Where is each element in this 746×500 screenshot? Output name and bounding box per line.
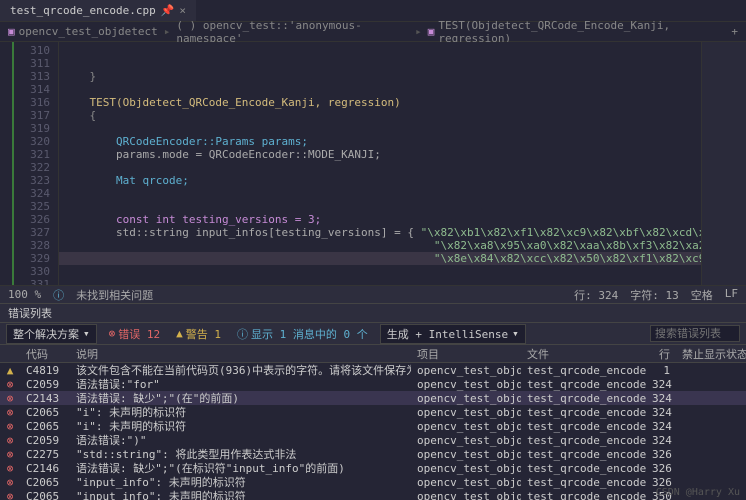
error-icon: ⊗ [0, 377, 20, 392]
chevron-down-icon: ▾ [512, 327, 519, 340]
pin-icon[interactable]: 📌 [161, 4, 175, 17]
col-line[interactable]: 行 [646, 345, 676, 363]
watermark: CSDN @Harry Xu [656, 487, 740, 498]
scope-dropdown[interactable]: 整个解决方案 ▾ [6, 324, 97, 344]
error-icon: ⊗ [0, 461, 20, 476]
error-icon: ⊗ [0, 489, 20, 500]
lf-indicator[interactable]: LF [725, 287, 738, 303]
file-tab[interactable]: test_qrcode_encode.cpp 📌 × [0, 0, 196, 21]
error-icon: ⊗ [0, 475, 20, 490]
issues-text: 未找到相关问题 [76, 287, 153, 303]
build-dropdown[interactable]: 生成 + IntelliSense ▾ [380, 324, 526, 344]
warning-filter[interactable]: ▲ 警告 1 [172, 325, 225, 343]
close-icon[interactable]: × [179, 4, 186, 17]
line-indicator[interactable]: 行: 324 [574, 287, 618, 303]
editor: 310311 313314 316317 319 320321322323324… [0, 42, 746, 285]
minimap[interactable] [701, 42, 746, 285]
zoom-level[interactable]: 100 % [8, 288, 41, 301]
col-project[interactable]: 项目 [411, 345, 521, 363]
col-file[interactable]: 文件 [521, 345, 646, 363]
error-icon: ⊗ [0, 447, 20, 462]
status-bar: 100 % ⓘ 未找到相关问题 行: 324 字符: 13 空格 LF [0, 285, 746, 303]
tab-label: test_qrcode_encode.cpp [10, 4, 156, 17]
col-suppress[interactable]: 禁止显示状态 [676, 345, 746, 363]
table-row[interactable]: ⊗C2065"input_info": 未声明的标识符opencv_test_o… [0, 489, 746, 500]
error-icon: ⊗ [0, 419, 20, 434]
breadcrumb-namespace[interactable]: ( ) opencv_test::'anonymous-namespace' [176, 19, 409, 45]
breadcrumb-function[interactable]: ▣ TEST(Objdetect_QRCode_Encode_Kanji, re… [428, 19, 726, 45]
error-icon: ⊗ [0, 391, 20, 406]
plus-icon[interactable]: + [731, 25, 738, 38]
warning-icon: ▲ [0, 363, 20, 378]
chevron-down-icon: ▾ [83, 327, 90, 340]
col-indicator[interactable]: 字符: 13 [630, 287, 679, 303]
error-list-header: 错误列表 [0, 303, 746, 323]
spaces-indicator[interactable]: 空格 [691, 287, 713, 303]
col-code[interactable]: 代码 [20, 345, 70, 363]
code-area[interactable]: } TEST(Objdetect_QRCode_Encode_Kanji, re… [59, 42, 701, 285]
error-filter[interactable]: ⊗ 错误 12 [105, 325, 165, 343]
error-icon: ⊗ [0, 433, 20, 448]
line-gutter: 310311 313314 316317 319 320321322323324… [14, 42, 59, 285]
error-table: 代码 说明 项目 文件 行 禁止显示状态 ▲C4819该文件包含不能在当前代码页… [0, 345, 746, 500]
error-toolbar: 整个解决方案 ▾ ⊗ 错误 12 ▲ 警告 1 ⓘ 显示 1 消息中的 0 个 … [0, 323, 746, 345]
col-desc[interactable]: 说明 [70, 345, 411, 363]
error-icon: ⊗ [0, 405, 20, 420]
marker-column [0, 42, 14, 285]
message-filter[interactable]: ⓘ 显示 1 消息中的 0 个 [233, 325, 372, 343]
breadcrumb: ▣ opencv_test_objdetect ▸ ( ) opencv_tes… [0, 22, 746, 42]
breadcrumb-project[interactable]: ▣ opencv_test_objdetect [8, 25, 158, 38]
search-input[interactable] [650, 325, 740, 342]
